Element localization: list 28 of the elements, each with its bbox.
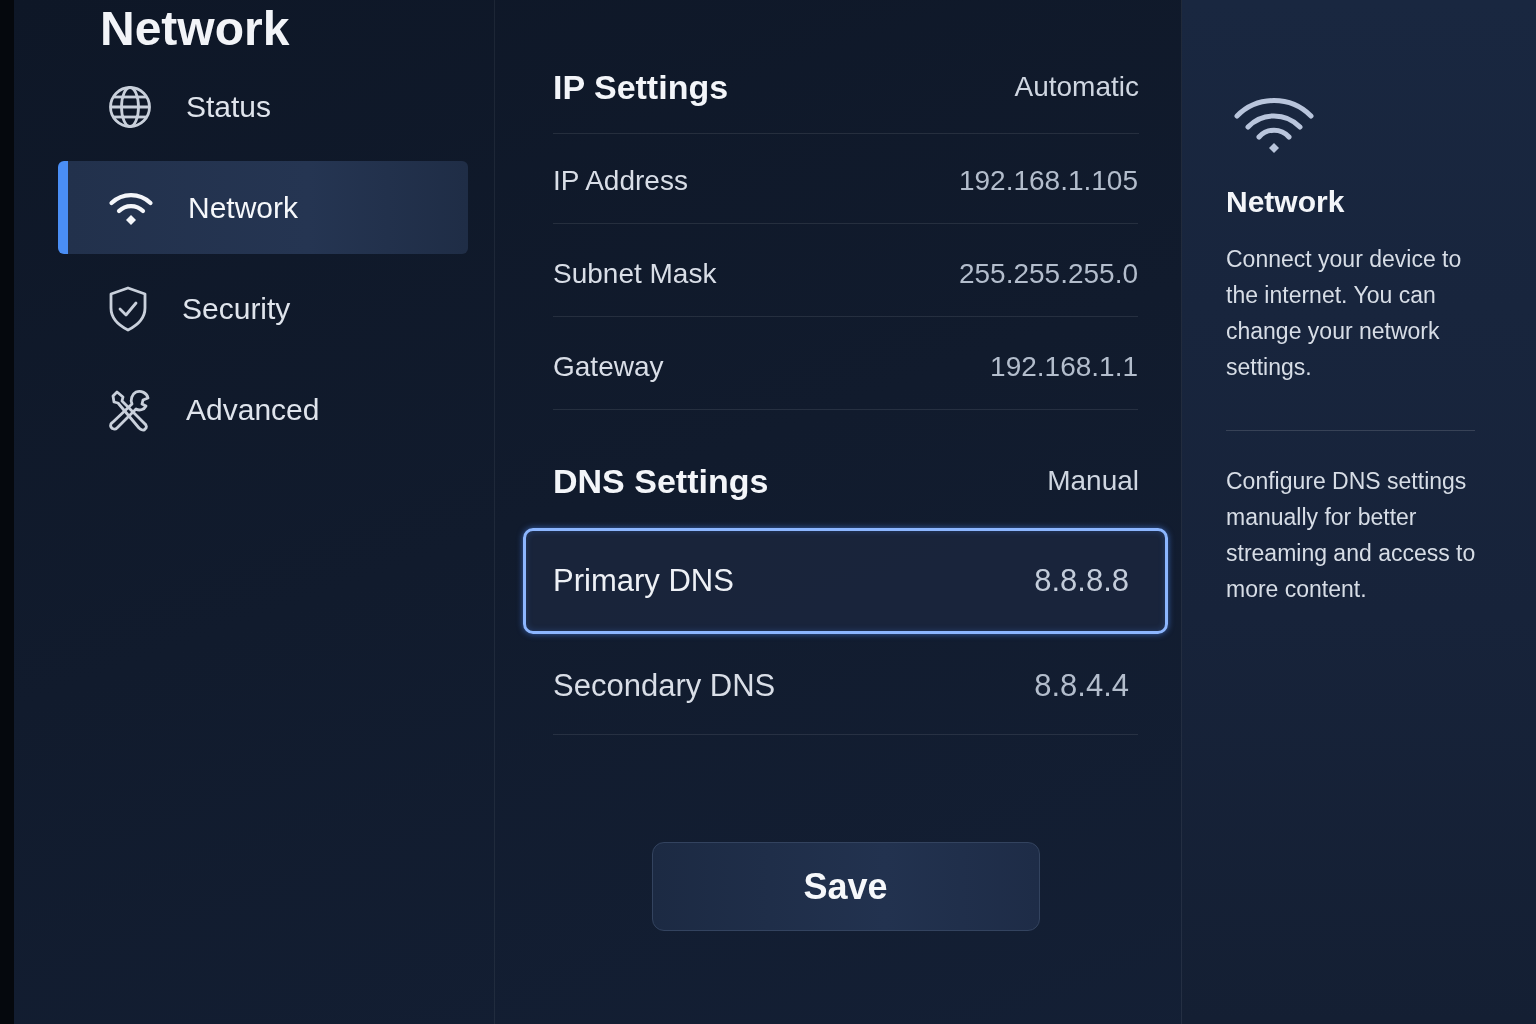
setting-label: Subnet Mask xyxy=(553,257,717,290)
page-title: Network xyxy=(100,2,290,56)
setting-label: Primary DNS xyxy=(553,563,734,599)
section-title: IP Settings xyxy=(553,67,729,107)
save-button[interactable]: Save xyxy=(651,842,1040,931)
setting-label: IP Address xyxy=(553,164,688,197)
globe-icon xyxy=(108,84,152,129)
setting-value: 8.8.8.8 xyxy=(1034,563,1129,599)
section-mode: Automatic xyxy=(1014,71,1139,103)
settings-row[interactable]: Primary DNS 8.8.8.8 xyxy=(523,528,1168,634)
section-mode: Manual xyxy=(1047,465,1139,497)
info-title: Network xyxy=(1226,184,1345,220)
sidebar-item[interactable]: Network xyxy=(58,161,468,254)
info-text: Connect your device to the internet. You can change your network settings. xyxy=(1226,245,1463,382)
setting-label: Gateway xyxy=(553,350,664,383)
wrench-screwdriver-icon xyxy=(108,387,152,432)
setting-value: 255.255.255.0 xyxy=(958,257,1138,290)
setting-value: 192.168.1.1 xyxy=(990,350,1138,383)
section-title: DNS Settings xyxy=(553,461,769,501)
sidebar-item[interactable]: Security xyxy=(58,262,468,355)
setting-value: 192.168.1.105 xyxy=(958,164,1138,197)
setting-value: 8.8.4.4 xyxy=(1034,668,1129,704)
shield-check-icon xyxy=(108,285,148,332)
sidebar-item[interactable]: Status xyxy=(58,60,468,153)
setting-label: Secondary DNS xyxy=(553,668,776,704)
wifi-icon xyxy=(1234,95,1314,153)
info-text: Configure DNS settings manually for better streaming and access to more content. xyxy=(1226,467,1477,604)
sidebar-item[interactable]: Advanced xyxy=(58,363,468,456)
